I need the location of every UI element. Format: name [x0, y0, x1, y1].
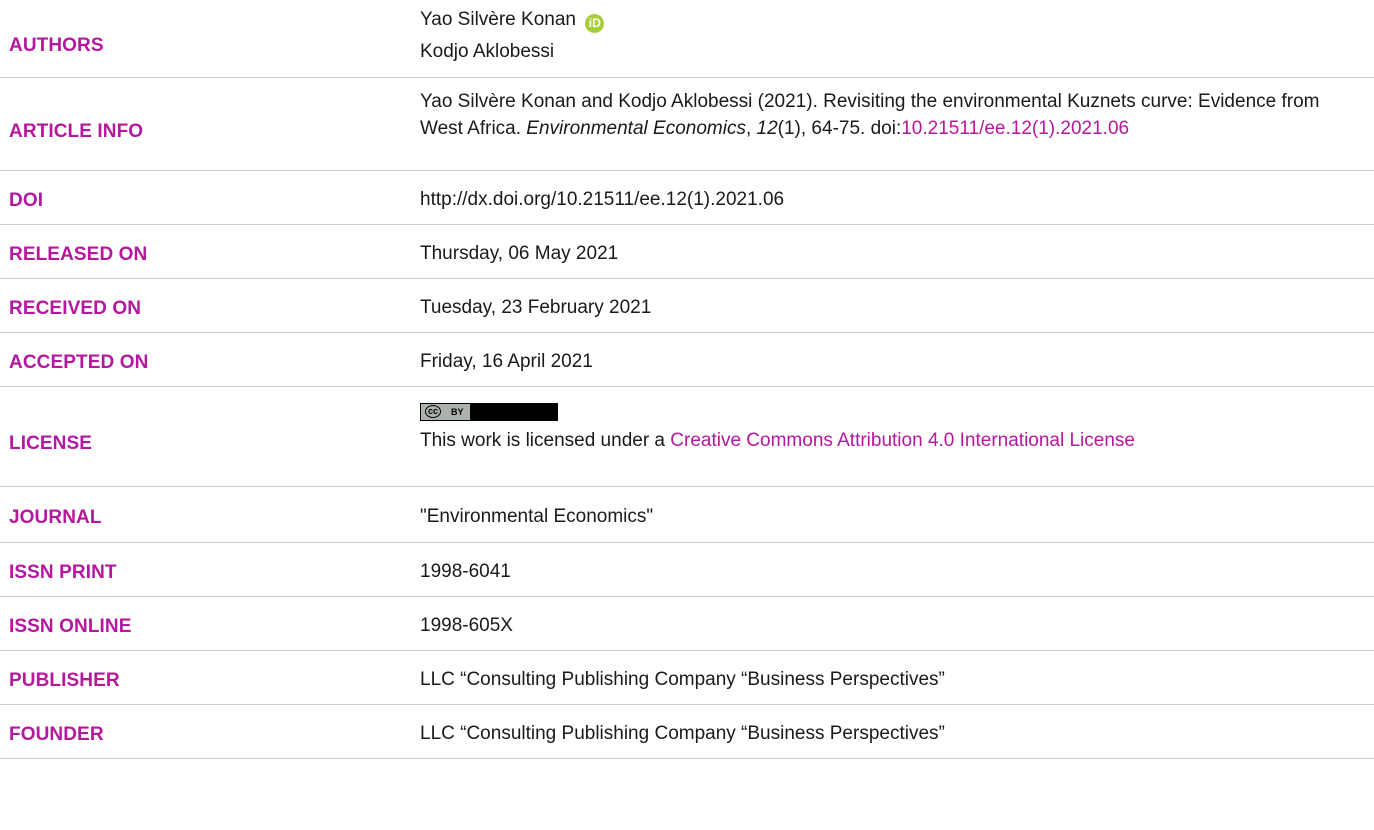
article-sep: , — [745, 118, 757, 139]
issn-print-value: 1998-6041 — [420, 561, 511, 582]
accepted-on-value: Friday, 16 April 2021 — [420, 351, 593, 372]
article-info-table: AUTHORS Yao Silvère Konan iD Kodjo Aklob… — [0, 0, 1374, 830]
doi-label: DOI — [9, 190, 44, 211]
author-2-name[interactable]: Kodjo Aklobessi — [420, 36, 1354, 68]
author-1-name[interactable]: Yao Silvère Konan — [420, 9, 576, 30]
row-divider — [0, 278, 1374, 279]
released-on-label: RELEASED ON — [9, 244, 148, 265]
issn-print-label: ISSN PRINT — [9, 562, 117, 583]
issn-online-value: 1998-605X — [420, 615, 513, 636]
author-1: Yao Silvère Konan iD — [420, 4, 1354, 36]
license-text: This work is licensed under a Creative C… — [420, 427, 1334, 454]
authors-label: AUTHORS — [9, 35, 104, 56]
orcid-icon[interactable]: iD — [585, 14, 605, 33]
row-divider — [0, 704, 1374, 705]
row-divider — [0, 77, 1374, 78]
publisher-value: LLC “Consulting Publishing Company “Busi… — [420, 669, 945, 690]
publisher-label: PUBLISHER — [9, 670, 120, 691]
doi-value[interactable]: http://dx.doi.org/10.21511/ee.12(1).2021… — [420, 187, 1354, 213]
founder-label: FOUNDER — [9, 724, 104, 745]
row-divider — [0, 650, 1374, 651]
license-text-prefix: This work is licensed under a — [420, 429, 671, 451]
cc-by-badge-icon[interactable]: cc BY — [420, 402, 558, 421]
row-divider — [0, 542, 1374, 543]
row-divider — [0, 224, 1374, 225]
license-link[interactable]: Creative Commons Attribution 4.0 Interna… — [670, 430, 1135, 451]
article-info-value: Yao Silvère Konan and Kodjo Aklobessi (2… — [420, 88, 1334, 142]
license-label: LICENSE — [9, 433, 93, 454]
cc-circle-icon: cc — [421, 403, 446, 420]
released-on-value: Thursday, 06 May 2021 — [420, 243, 619, 264]
article-volume: 12 — [756, 118, 778, 139]
authors-value: Yao Silvère Konan iD Kodjo Aklobessi — [420, 4, 1354, 68]
row-divider — [0, 332, 1374, 333]
article-journal-name: Environmental Economics — [526, 118, 746, 139]
license-value: cc BY This work is licensed under a Crea… — [420, 396, 1334, 454]
article-info-label: ARTICLE INFO — [9, 121, 144, 142]
accepted-on-label: ACCEPTED ON — [9, 352, 149, 373]
cc-by-text: BY — [445, 403, 470, 420]
journal-value: "Environmental Economics" — [420, 506, 654, 527]
founder-value: LLC “Consulting Publishing Company “Busi… — [420, 723, 945, 744]
received-on-label: RECEIVED ON — [9, 298, 142, 319]
article-pages: (1), 64-75. doi: — [777, 118, 902, 139]
row-divider — [0, 486, 1374, 487]
issn-online-label: ISSN ONLINE — [9, 616, 132, 637]
received-on-value: Tuesday, 23 February 2021 — [420, 297, 652, 318]
cc-badge-fill — [469, 403, 557, 420]
row-divider — [0, 758, 1374, 759]
row-divider — [0, 596, 1374, 597]
row-divider — [0, 386, 1374, 387]
article-doi-link[interactable]: 10.21511/ee.12(1).2021.06 — [901, 118, 1129, 139]
journal-label: JOURNAL — [9, 507, 102, 528]
row-divider — [0, 170, 1374, 171]
